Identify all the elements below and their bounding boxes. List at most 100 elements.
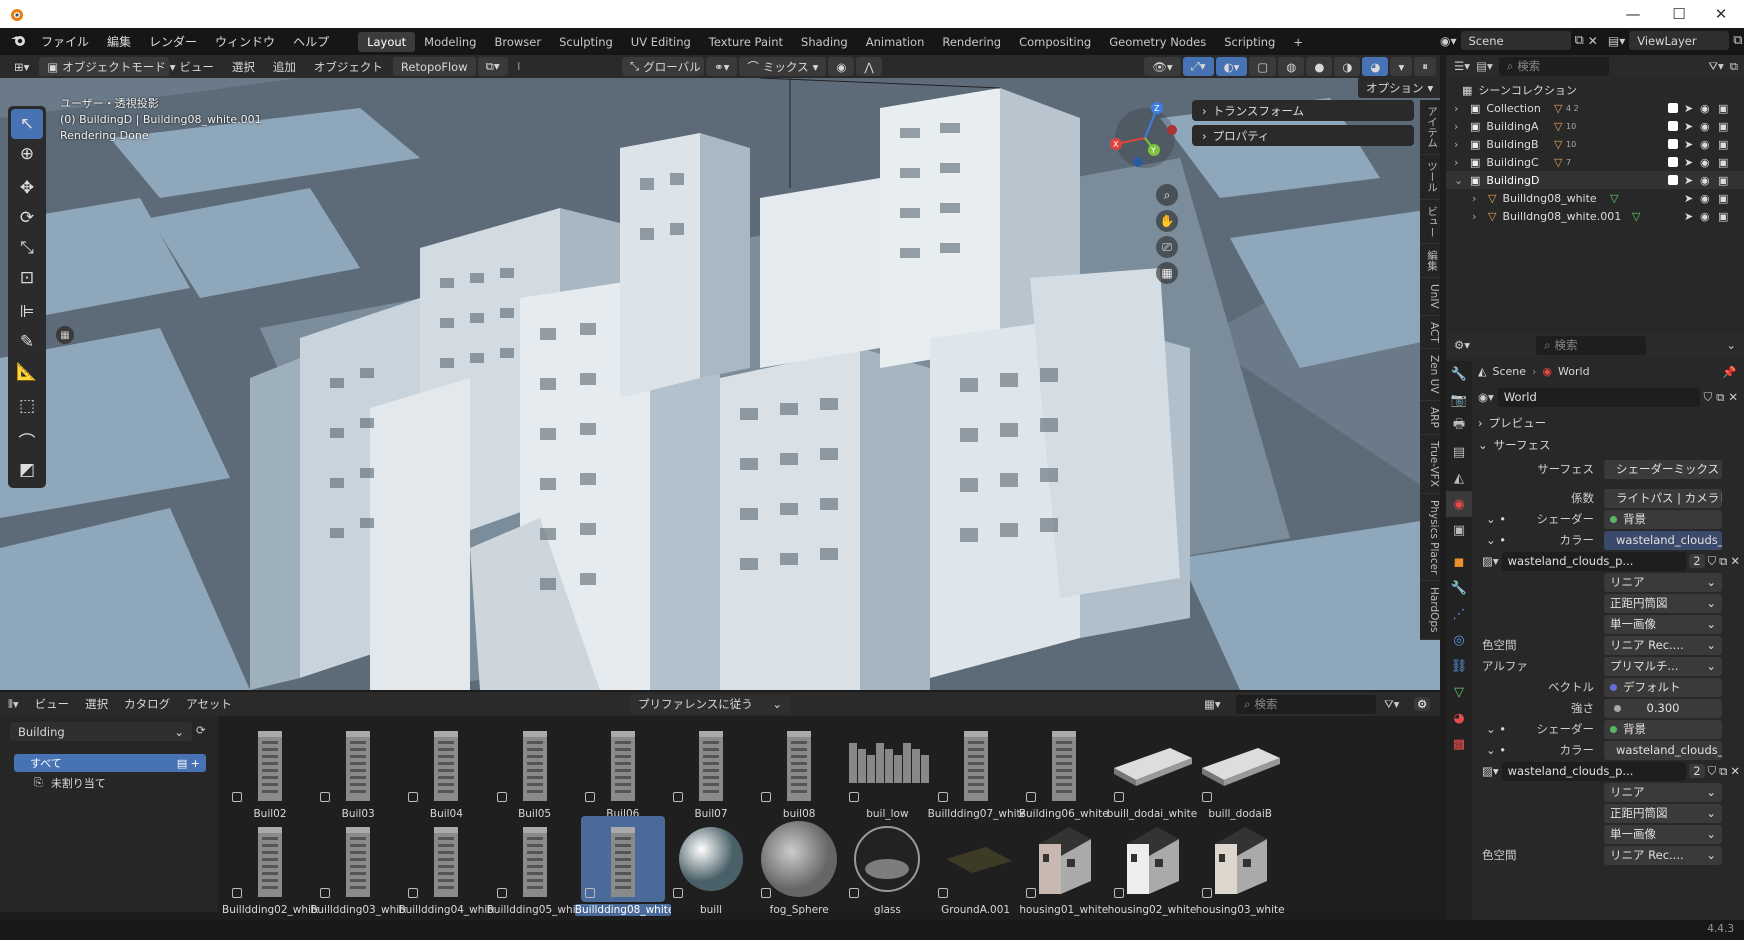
import-method-select[interactable]: プリファレンスに従う ⌄: [630, 694, 790, 714]
menu-file[interactable]: ファイル: [32, 33, 98, 50]
factor-field[interactable]: ライトパス | カメラレイ: [1604, 488, 1722, 508]
tab-rendering[interactable]: Rendering: [933, 32, 1010, 52]
source2-select[interactable]: 単一画像 ⌄: [1604, 824, 1722, 844]
display-mode-icon[interactable]: ▤▾: [1476, 59, 1493, 73]
mode-selector[interactable]: ▣ オブジェクトモード ▾: [39, 57, 176, 76]
interpolation2-select[interactable]: リニア ⌄: [1604, 782, 1722, 802]
tab-act[interactable]: ACT: [1420, 316, 1440, 350]
catalog-add-icon[interactable]: ▤ +: [177, 757, 206, 770]
pause-render-button[interactable]: ⏸: [1414, 57, 1436, 76]
tab-true-vfx[interactable]: True-VFX: [1420, 435, 1440, 494]
fake-user-icon[interactable]: ⛉: [1708, 554, 1717, 569]
overlay-toggle[interactable]: ◐▾: [1215, 57, 1248, 76]
render-tab-icon[interactable]: 📷: [1446, 387, 1472, 413]
asset-menu-asset[interactable]: アセット: [178, 696, 240, 712]
physics-tab-icon[interactable]: ◎: [1446, 627, 1472, 653]
projection-select[interactable]: 正距円筒図 ⌄: [1604, 593, 1722, 613]
select-arrow-icon[interactable]: ➤: [1684, 210, 1693, 223]
editor-type-button[interactable]: ⊞▾: [6, 57, 38, 76]
shader1-field[interactable]: 背景: [1604, 509, 1722, 529]
tab-item[interactable]: アイテム: [1420, 100, 1440, 155]
view-layer-icon[interactable]: ▤▾: [1608, 34, 1625, 48]
eye-icon[interactable]: ◉: [1700, 120, 1710, 133]
retopoflow-options-icon[interactable]: ⧉▾: [477, 57, 508, 76]
asset-tile[interactable]: housing03_white: [1192, 816, 1288, 920]
asset-tile[interactable]: Buil05: [487, 720, 583, 824]
menu-select[interactable]: 選択: [224, 59, 263, 75]
grid-toggle-icon[interactable]: ▦: [56, 326, 74, 344]
colorspace2-select[interactable]: リニア Rec.... ⌄: [1604, 845, 1722, 865]
cursor-tool[interactable]: ⊕: [11, 139, 43, 169]
image1-name-field[interactable]: wasteland_clouds_p...: [1501, 551, 1687, 571]
eye-icon[interactable]: ◉: [1700, 174, 1710, 187]
asset-tile[interactable]: Builldding03_white: [310, 816, 406, 920]
eye-icon[interactable]: ◉: [1700, 156, 1710, 169]
asset-tile[interactable]: glass: [839, 816, 935, 920]
camera-render-icon[interactable]: ▣: [1718, 210, 1728, 223]
xray-toggle[interactable]: ▢: [1249, 57, 1277, 76]
chevron-down-icon[interactable]: ⌄ •: [1486, 533, 1506, 547]
close-window-button[interactable]: ✕: [1698, 0, 1744, 28]
new-collection-icon[interactable]: ⧉: [1730, 59, 1744, 74]
blender-menu-icon[interactable]: [0, 33, 32, 50]
data-tab-icon[interactable]: ▽: [1446, 679, 1472, 705]
filter-icon[interactable]: ⛛▾: [1708, 59, 1723, 74]
asset-tile[interactable]: Builldding08_white: [574, 816, 671, 920]
asset-menu-select[interactable]: 選択: [77, 696, 116, 712]
retopoflow-button[interactable]: RetopoFlow: [392, 57, 476, 76]
gizmo-toggle[interactable]: ⤢▾: [1182, 57, 1214, 76]
world-icon[interactable]: ◉▾: [1478, 390, 1494, 404]
new-viewlayer-icon[interactable]: ⧉: [1733, 33, 1742, 48]
duplicate-icon[interactable]: ⧉: [1719, 554, 1727, 569]
scale-tool[interactable]: ⤡: [11, 233, 43, 263]
tab-shading[interactable]: Shading: [792, 32, 857, 52]
tool-tab-icon[interactable]: 🔧: [1446, 361, 1472, 387]
collection-tab-icon[interactable]: ▣: [1446, 517, 1472, 543]
unlink-icon[interactable]: ✕: [1730, 554, 1740, 568]
camera-icon[interactable]: ⎚: [1156, 236, 1178, 258]
maximize-button[interactable]: ☐: [1656, 0, 1702, 28]
unlink-icon[interactable]: ✕: [1730, 764, 1740, 778]
select-arrow-icon[interactable]: ➤: [1684, 192, 1693, 205]
image-icon[interactable]: ▨▾: [1482, 764, 1499, 778]
chevron-down-icon[interactable]: ⌄ •: [1486, 722, 1506, 736]
asset-tile[interactable]: housing01_white: [1016, 816, 1112, 920]
outliner-item-buildingd[interactable]: ⌄ ▣ BuildingD ➤ ◉ ▣: [1446, 171, 1744, 189]
tab-modeling[interactable]: Modeling: [415, 32, 485, 52]
asset-tile[interactable]: Builldding07_white: [928, 720, 1024, 824]
camera-render-icon[interactable]: ▣: [1718, 138, 1728, 151]
outliner-item-building08-white-001[interactable]: › ▽ Builldng08_white.001 ▽ ➤ ◉ ▣: [1446, 207, 1744, 225]
options-dropdown[interactable]: オプション ▾: [1358, 78, 1440, 98]
tab-view[interactable]: ビュー: [1420, 200, 1440, 244]
outliner-item-collection[interactable]: › ▣ Collection ▽ 4 2 ➤ ◉ ▣: [1446, 99, 1744, 117]
editor-type-icon[interactable]: ⫴▾: [0, 697, 27, 712]
outliner-search-input[interactable]: ⌕ 検索: [1498, 56, 1609, 76]
select-arrow-icon[interactable]: ➤: [1684, 102, 1693, 115]
tab-physics-placer[interactable]: Physics Placer: [1420, 494, 1440, 582]
refresh-icon[interactable]: ⟳: [196, 723, 206, 737]
interpolation-select[interactable]: リニア ⌄: [1604, 572, 1722, 592]
world-tab-icon[interactable]: ◉: [1446, 491, 1472, 517]
tab-univ[interactable]: UnIV: [1420, 278, 1440, 316]
surface-section[interactable]: ⌄ サーフェス: [1478, 435, 1740, 455]
asset-menu-catalog[interactable]: カタログ: [116, 696, 178, 712]
tab-browser[interactable]: Browser: [485, 32, 550, 52]
color2-field[interactable]: wasteland_clouds_p...: [1604, 740, 1722, 760]
asset-tile[interactable]: buill: [663, 816, 759, 920]
preview-section[interactable]: › プレビュー: [1478, 413, 1740, 433]
asset-tile[interactable]: Builldding04_white: [398, 816, 494, 920]
annotate-tool[interactable]: ✎: [11, 327, 43, 357]
shader2-field[interactable]: 背景: [1604, 719, 1722, 739]
asset-tile[interactable]: Buil06: [575, 720, 671, 824]
proportional-edit-toggle[interactable]: ◉: [828, 57, 855, 76]
tab-layout[interactable]: Layout: [358, 31, 416, 52]
eye-icon[interactable]: ◉: [1700, 210, 1710, 223]
asset-tile[interactable]: GroundA.001: [928, 816, 1024, 920]
tab-edit[interactable]: 編集: [1420, 244, 1440, 278]
chevron-down-icon[interactable]: ⌄: [1726, 338, 1744, 352]
minimize-button[interactable]: —: [1610, 0, 1656, 28]
tab-compositing[interactable]: Compositing: [1010, 32, 1100, 52]
asset-tile[interactable]: Building06_white: [1016, 720, 1112, 824]
menu-edit[interactable]: 編集: [98, 33, 140, 50]
retopoflow-logo-icon[interactable]: ⧘: [510, 59, 528, 74]
